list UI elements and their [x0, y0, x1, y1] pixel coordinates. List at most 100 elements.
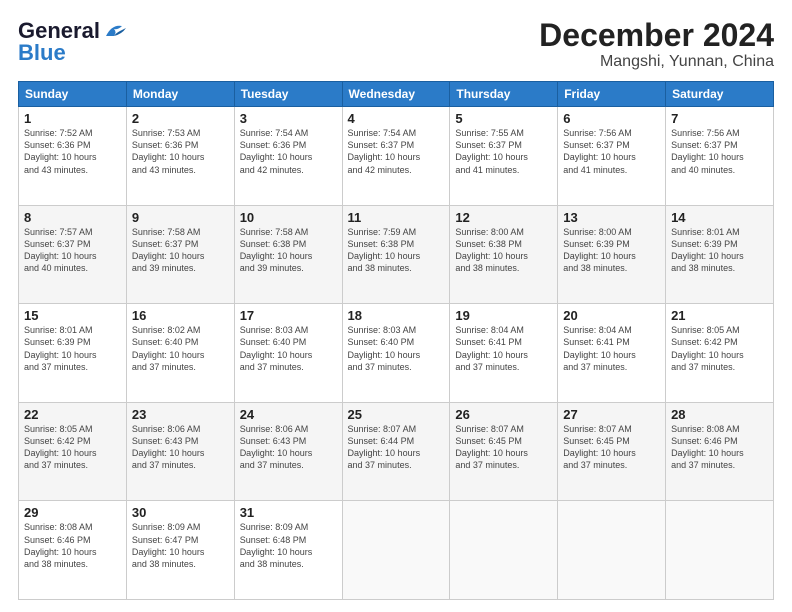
logo-bird-icon: [104, 22, 126, 40]
day-number: 10: [240, 210, 337, 225]
day-number: 11: [348, 210, 445, 225]
col-thursday: Thursday: [450, 82, 558, 107]
day-info: Sunrise: 7:56 AMSunset: 6:37 PMDaylight:…: [671, 127, 768, 176]
table-row: 16Sunrise: 8:02 AMSunset: 6:40 PMDayligh…: [126, 304, 234, 403]
table-row: 6Sunrise: 7:56 AMSunset: 6:37 PMDaylight…: [558, 107, 666, 206]
day-info: Sunrise: 8:06 AMSunset: 6:43 PMDaylight:…: [240, 423, 337, 472]
day-info: Sunrise: 8:08 AMSunset: 6:46 PMDaylight:…: [24, 521, 121, 570]
day-number: 24: [240, 407, 337, 422]
day-info: Sunrise: 8:02 AMSunset: 6:40 PMDaylight:…: [132, 324, 229, 373]
table-row: 29Sunrise: 8:08 AMSunset: 6:46 PMDayligh…: [19, 501, 127, 600]
day-number: 9: [132, 210, 229, 225]
day-number: 1: [24, 111, 121, 126]
day-info: Sunrise: 8:04 AMSunset: 6:41 PMDaylight:…: [455, 324, 552, 373]
table-row: [342, 501, 450, 600]
table-row: 30Sunrise: 8:09 AMSunset: 6:47 PMDayligh…: [126, 501, 234, 600]
table-row: [450, 501, 558, 600]
day-number: 31: [240, 505, 337, 520]
table-row: [558, 501, 666, 600]
table-row: 7Sunrise: 7:56 AMSunset: 6:37 PMDaylight…: [666, 107, 774, 206]
table-row: 24Sunrise: 8:06 AMSunset: 6:43 PMDayligh…: [234, 402, 342, 501]
day-number: 18: [348, 308, 445, 323]
day-number: 27: [563, 407, 660, 422]
logo-blue: Blue: [18, 40, 66, 66]
day-info: Sunrise: 8:09 AMSunset: 6:48 PMDaylight:…: [240, 521, 337, 570]
table-row: 22Sunrise: 8:05 AMSunset: 6:42 PMDayligh…: [19, 402, 127, 501]
calendar-table: Sunday Monday Tuesday Wednesday Thursday…: [18, 81, 774, 600]
table-row: 31Sunrise: 8:09 AMSunset: 6:48 PMDayligh…: [234, 501, 342, 600]
title-block: December 2024 Mangshi, Yunnan, China: [539, 18, 774, 71]
day-number: 14: [671, 210, 768, 225]
col-wednesday: Wednesday: [342, 82, 450, 107]
day-number: 4: [348, 111, 445, 126]
table-row: 19Sunrise: 8:04 AMSunset: 6:41 PMDayligh…: [450, 304, 558, 403]
day-info: Sunrise: 7:58 AMSunset: 6:38 PMDaylight:…: [240, 226, 337, 275]
day-info: Sunrise: 7:55 AMSunset: 6:37 PMDaylight:…: [455, 127, 552, 176]
day-info: Sunrise: 8:09 AMSunset: 6:47 PMDaylight:…: [132, 521, 229, 570]
day-info: Sunrise: 8:07 AMSunset: 6:44 PMDaylight:…: [348, 423, 445, 472]
day-number: 21: [671, 308, 768, 323]
month-year-title: December 2024: [539, 18, 774, 53]
day-number: 5: [455, 111, 552, 126]
day-info: Sunrise: 8:05 AMSunset: 6:42 PMDaylight:…: [671, 324, 768, 373]
day-number: 3: [240, 111, 337, 126]
table-row: 28Sunrise: 8:08 AMSunset: 6:46 PMDayligh…: [666, 402, 774, 501]
table-row: 17Sunrise: 8:03 AMSunset: 6:40 PMDayligh…: [234, 304, 342, 403]
table-row: 3Sunrise: 7:54 AMSunset: 6:36 PMDaylight…: [234, 107, 342, 206]
day-info: Sunrise: 7:54 AMSunset: 6:37 PMDaylight:…: [348, 127, 445, 176]
table-row: 11Sunrise: 7:59 AMSunset: 6:38 PMDayligh…: [342, 205, 450, 304]
day-number: 12: [455, 210, 552, 225]
table-row: 26Sunrise: 8:07 AMSunset: 6:45 PMDayligh…: [450, 402, 558, 501]
day-info: Sunrise: 8:07 AMSunset: 6:45 PMDaylight:…: [563, 423, 660, 472]
day-number: 29: [24, 505, 121, 520]
day-number: 28: [671, 407, 768, 422]
day-info: Sunrise: 8:08 AMSunset: 6:46 PMDaylight:…: [671, 423, 768, 472]
table-row: 5Sunrise: 7:55 AMSunset: 6:37 PMDaylight…: [450, 107, 558, 206]
col-tuesday: Tuesday: [234, 82, 342, 107]
day-number: 30: [132, 505, 229, 520]
day-number: 16: [132, 308, 229, 323]
day-info: Sunrise: 8:00 AMSunset: 6:39 PMDaylight:…: [563, 226, 660, 275]
table-row: 13Sunrise: 8:00 AMSunset: 6:39 PMDayligh…: [558, 205, 666, 304]
day-info: Sunrise: 7:52 AMSunset: 6:36 PMDaylight:…: [24, 127, 121, 176]
day-number: 20: [563, 308, 660, 323]
calendar-week-row: 22Sunrise: 8:05 AMSunset: 6:42 PMDayligh…: [19, 402, 774, 501]
day-info: Sunrise: 7:57 AMSunset: 6:37 PMDaylight:…: [24, 226, 121, 275]
table-row: 9Sunrise: 7:58 AMSunset: 6:37 PMDaylight…: [126, 205, 234, 304]
calendar-header-row: Sunday Monday Tuesday Wednesday Thursday…: [19, 82, 774, 107]
table-row: 18Sunrise: 8:03 AMSunset: 6:40 PMDayligh…: [342, 304, 450, 403]
calendar-week-row: 29Sunrise: 8:08 AMSunset: 6:46 PMDayligh…: [19, 501, 774, 600]
day-number: 26: [455, 407, 552, 422]
table-row: 23Sunrise: 8:06 AMSunset: 6:43 PMDayligh…: [126, 402, 234, 501]
table-row: 4Sunrise: 7:54 AMSunset: 6:37 PMDaylight…: [342, 107, 450, 206]
table-row: 27Sunrise: 8:07 AMSunset: 6:45 PMDayligh…: [558, 402, 666, 501]
day-info: Sunrise: 7:53 AMSunset: 6:36 PMDaylight:…: [132, 127, 229, 176]
day-number: 22: [24, 407, 121, 422]
day-info: Sunrise: 7:58 AMSunset: 6:37 PMDaylight:…: [132, 226, 229, 275]
table-row: 15Sunrise: 8:01 AMSunset: 6:39 PMDayligh…: [19, 304, 127, 403]
day-info: Sunrise: 8:05 AMSunset: 6:42 PMDaylight:…: [24, 423, 121, 472]
day-number: 13: [563, 210, 660, 225]
day-number: 19: [455, 308, 552, 323]
table-row: 20Sunrise: 8:04 AMSunset: 6:41 PMDayligh…: [558, 304, 666, 403]
table-row: 25Sunrise: 8:07 AMSunset: 6:44 PMDayligh…: [342, 402, 450, 501]
day-info: Sunrise: 8:03 AMSunset: 6:40 PMDaylight:…: [240, 324, 337, 373]
table-row: 8Sunrise: 7:57 AMSunset: 6:37 PMDaylight…: [19, 205, 127, 304]
col-monday: Monday: [126, 82, 234, 107]
day-number: 15: [24, 308, 121, 323]
header: General Blue December 2024 Mangshi, Yunn…: [18, 18, 774, 71]
col-sunday: Sunday: [19, 82, 127, 107]
day-number: 7: [671, 111, 768, 126]
day-info: Sunrise: 7:59 AMSunset: 6:38 PMDaylight:…: [348, 226, 445, 275]
day-info: Sunrise: 8:01 AMSunset: 6:39 PMDaylight:…: [24, 324, 121, 373]
table-row: 1Sunrise: 7:52 AMSunset: 6:36 PMDaylight…: [19, 107, 127, 206]
calendar-week-row: 1Sunrise: 7:52 AMSunset: 6:36 PMDaylight…: [19, 107, 774, 206]
table-row: 14Sunrise: 8:01 AMSunset: 6:39 PMDayligh…: [666, 205, 774, 304]
day-number: 8: [24, 210, 121, 225]
day-info: Sunrise: 8:07 AMSunset: 6:45 PMDaylight:…: [455, 423, 552, 472]
page: General Blue December 2024 Mangshi, Yunn…: [0, 0, 792, 612]
col-friday: Friday: [558, 82, 666, 107]
table-row: 2Sunrise: 7:53 AMSunset: 6:36 PMDaylight…: [126, 107, 234, 206]
table-row: 10Sunrise: 7:58 AMSunset: 6:38 PMDayligh…: [234, 205, 342, 304]
col-saturday: Saturday: [666, 82, 774, 107]
